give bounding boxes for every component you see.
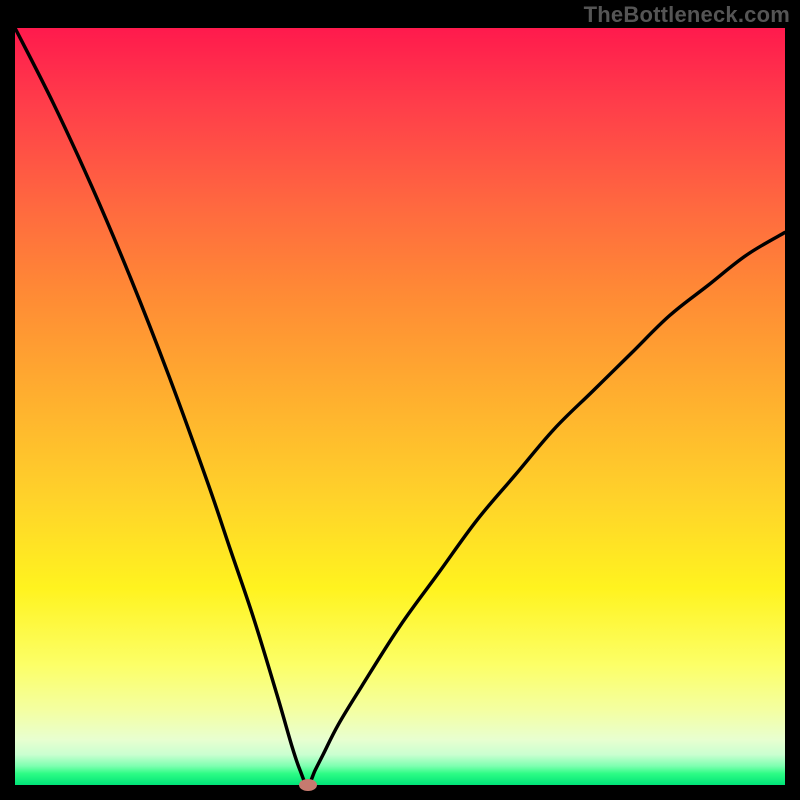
background-gradient	[15, 28, 785, 785]
watermark-text: TheBottleneck.com	[584, 2, 790, 28]
chart-frame: TheBottleneck.com	[0, 0, 800, 800]
plot-area	[15, 28, 785, 785]
minimum-marker	[299, 779, 317, 791]
